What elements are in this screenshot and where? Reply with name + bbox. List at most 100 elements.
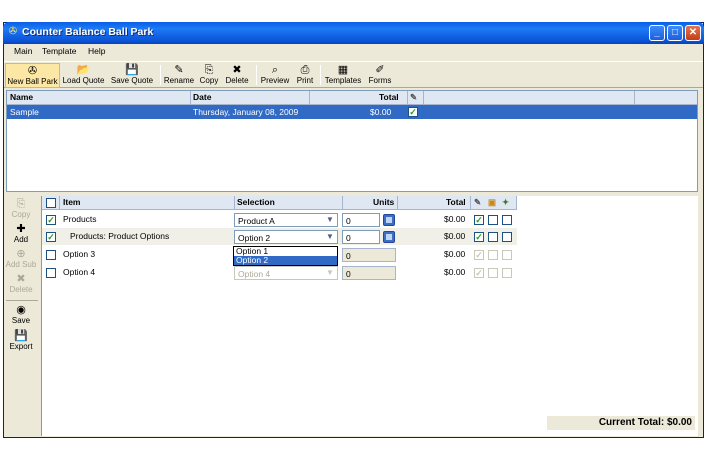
quote-checkbox[interactable]: ✓ — [408, 107, 418, 117]
dropdown-option-selected[interactable]: Option 2 — [234, 256, 337, 265]
print-button[interactable]: ⎙ Print — [293, 63, 317, 88]
include-checkbox[interactable]: ✓ — [474, 215, 484, 225]
column-divider — [342, 196, 343, 210]
column-divider — [407, 91, 408, 105]
checked-column-icon: ✎ — [410, 92, 418, 102]
new-ballpark-button[interactable]: ✇ New Ball Park — [5, 63, 60, 88]
selection-dropdown[interactable]: Option 2 ▼ — [234, 230, 338, 244]
calculator-icon[interactable] — [383, 231, 395, 243]
toolbar-separator — [320, 65, 321, 85]
print-icon: ⎙ — [300, 64, 310, 76]
close-button[interactable]: ✕ — [685, 25, 701, 41]
units-field[interactable]: 0 — [342, 248, 396, 262]
copy-icon: ⎘ — [16, 198, 26, 210]
sidebar-add-sub-label: Add Sub — [5, 260, 37, 269]
select-all-checkbox[interactable] — [46, 198, 56, 208]
sidebar-copy-button[interactable]: ⎘ Copy — [4, 198, 38, 219]
box-checkbox — [488, 268, 498, 278]
column-header-total[interactable]: Total — [379, 92, 399, 102]
units-value: 0 — [346, 216, 351, 226]
tag-checkbox[interactable] — [502, 232, 512, 242]
delete-label: Delete — [225, 76, 249, 85]
item-name: Products — [63, 214, 97, 224]
item-checkbox[interactable]: ✓ — [46, 215, 56, 225]
menu-main[interactable]: Main — [14, 46, 32, 56]
item-row[interactable]: ✓ Products: Product Options Option 2 ▼ 0… — [42, 228, 517, 245]
save-quote-button[interactable]: 💾 Save Quote — [108, 63, 156, 88]
item-total: $0.00 — [444, 249, 466, 259]
sidebar-save-button[interactable]: ◉ Save — [4, 304, 38, 325]
include-checkbox: ✓ — [474, 268, 484, 278]
chevron-down-icon[interactable]: ▼ — [324, 215, 336, 225]
sidebar-save-label: Save — [11, 316, 31, 325]
item-row[interactable]: ✓ Products Product A ▼ 0 $0.00 ✓ — [42, 211, 699, 228]
quote-date: Thursday, January 08, 2009 — [193, 107, 299, 117]
new-ballpark-icon: ✇ — [27, 65, 38, 77]
quote-row[interactable]: Sample Thursday, January 08, 2009 $0.00 … — [7, 105, 697, 119]
preview-icon: ⌕ — [271, 64, 279, 76]
selection-dropdown: Option 4 ▼ — [234, 266, 338, 280]
item-checkbox[interactable] — [46, 250, 56, 260]
item-checkbox[interactable]: ✓ — [46, 232, 56, 242]
menu-help[interactable]: Help — [88, 46, 105, 56]
chevron-down-icon: ▼ — [326, 268, 334, 277]
sidebar-delete-button[interactable]: ✖ Delete — [4, 273, 38, 294]
menu-template[interactable]: Template — [42, 46, 77, 56]
sidebar-add-sub-button[interactable]: ⊕ Add Sub — [4, 248, 38, 269]
forms-label: Forms — [368, 76, 392, 85]
include-checkbox[interactable]: ✓ — [474, 232, 484, 242]
title-bar[interactable]: ✇ Counter Balance Ball Park _ □ ✕ — [3, 22, 704, 44]
box-checkbox[interactable] — [488, 215, 498, 225]
column-header-total[interactable]: Total — [446, 197, 466, 207]
copy-label: Copy — [199, 76, 219, 85]
minimize-button[interactable]: _ — [649, 25, 665, 41]
rename-button[interactable]: ✎ Rename — [162, 63, 196, 88]
column-header-units[interactable]: Units — [373, 197, 394, 207]
tag-checkbox — [502, 250, 512, 260]
units-field[interactable]: 0 — [342, 213, 380, 227]
window-title: Counter Balance Ball Park — [22, 26, 154, 38]
templates-button[interactable]: ▦ Templates — [322, 63, 364, 88]
preview-button[interactable]: ⌕ Preview — [258, 63, 292, 88]
selection-dropdown[interactable]: Product A ▼ — [234, 213, 338, 227]
item-row[interactable]: Option 3 0 $0.00 ✓ — [42, 246, 699, 263]
quote-list: Name Date Total ✎ Sample Thursday, Janua… — [6, 90, 698, 192]
item-row[interactable]: Option 4 Option 4 ▼ 0 $0.00 ✓ — [42, 264, 699, 281]
units-value: 0 — [346, 269, 351, 279]
toolbar-separator — [160, 65, 161, 85]
calculator-icon[interactable] — [383, 214, 395, 226]
sidebar-export-button[interactable]: 💾 Export — [4, 330, 38, 351]
column-header-name[interactable]: Name — [10, 92, 33, 102]
sidebar-add-label: Add — [13, 235, 29, 244]
tag-checkbox — [502, 268, 512, 278]
copy-button[interactable]: ⎘ Copy — [197, 63, 221, 88]
maximize-button[interactable]: □ — [667, 25, 683, 41]
units-value: 0 — [346, 251, 351, 261]
units-field[interactable]: 0 — [342, 266, 396, 280]
delete-button[interactable]: ✖ Delete — [222, 63, 252, 88]
include-column-icon: ✎ — [474, 197, 482, 207]
column-header-selection[interactable]: Selection — [237, 197, 275, 207]
quote-name: Sample — [10, 107, 39, 117]
rename-label: Rename — [163, 76, 195, 85]
column-header-date[interactable]: Date — [193, 92, 211, 102]
tag-column-icon: ✦ — [502, 197, 510, 207]
tag-checkbox[interactable] — [502, 215, 512, 225]
add-item-icon: ✚ — [16, 223, 26, 235]
forms-button[interactable]: ✐ Forms — [365, 63, 395, 88]
sidebar-add-button[interactable]: ✚ Add — [4, 223, 38, 244]
load-quote-button[interactable]: 📂 Load Quote — [61, 63, 106, 88]
rename-icon: ✎ — [174, 64, 184, 76]
item-total: $0.00 — [444, 214, 466, 224]
current-total-text: Current Total: $0.00 — [598, 417, 692, 428]
column-divider — [59, 196, 60, 210]
chevron-down-icon[interactable]: ▼ — [324, 232, 336, 242]
item-checkbox[interactable] — [46, 268, 56, 278]
column-divider — [309, 91, 310, 105]
units-field[interactable]: 0 — [342, 230, 380, 244]
box-checkbox[interactable] — [488, 232, 498, 242]
item-total: $0.00 — [444, 267, 466, 277]
app-icon: ✇ — [8, 26, 18, 37]
column-divider — [397, 196, 398, 210]
column-header-item[interactable]: Item — [63, 197, 80, 207]
